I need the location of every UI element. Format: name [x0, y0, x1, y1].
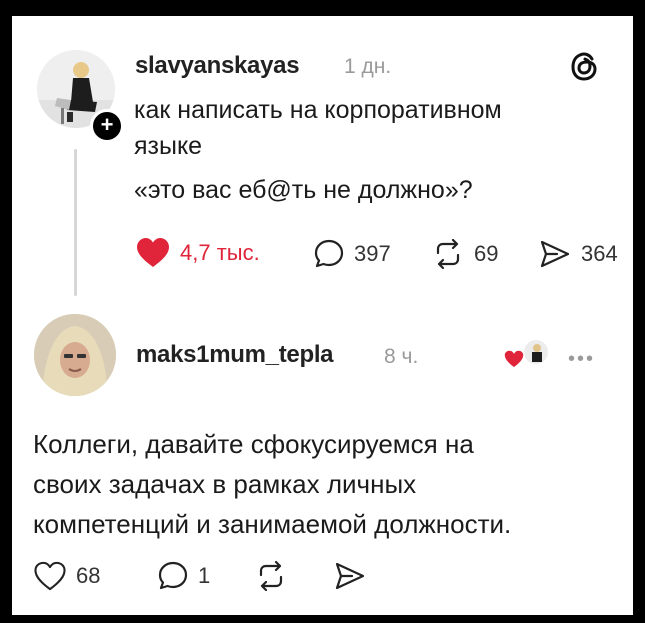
reply-comment-count: 1	[198, 563, 211, 588]
reply-time: 8 ч.	[384, 345, 419, 368]
thread-line	[74, 149, 77, 296]
reply-comment-button[interactable]: 1	[158, 561, 210, 591]
heart-filled-icon	[137, 238, 169, 267]
author-like-avatar-icon	[503, 340, 548, 369]
follow-plus-icon[interactable]: +	[90, 109, 124, 143]
like-button[interactable]: 4,7 тыс.	[136, 237, 260, 269]
author-liked-indicator	[503, 338, 550, 377]
reply-repost-button[interactable]	[255, 561, 287, 591]
reply-like-button[interactable]: 68	[34, 561, 100, 591]
post-line: как написать на корпоративном	[134, 96, 502, 124]
post-username[interactable]: slavyanskayas	[135, 52, 300, 80]
reply-line: Коллеги, давайте сфокусируемся на	[33, 429, 474, 459]
reply-like-count: 68	[76, 563, 101, 588]
comment-count: 397	[354, 241, 391, 266]
comment-icon	[314, 239, 344, 268]
reply-avatar[interactable]	[34, 314, 116, 396]
post-time: 1 дн.	[344, 55, 392, 78]
share-count: 364	[581, 241, 618, 266]
reply-line: своих задачах в рамках личных	[33, 469, 417, 499]
repost-count: 69	[474, 241, 499, 266]
screenshot-card: + slavyanskayas 1 дн. как написать на ко…	[12, 16, 633, 615]
repost-icon	[259, 561, 283, 591]
reply-line: компетенций и занимаемой должности.	[33, 509, 512, 539]
like-count: 4,7 тыс.	[180, 240, 260, 265]
repost-icon	[436, 239, 460, 269]
comment-button[interactable]: 397	[314, 239, 391, 269]
share-button[interactable]: 364	[539, 239, 618, 269]
post-line: языке	[134, 132, 203, 160]
send-icon	[540, 240, 570, 268]
comment-icon	[158, 561, 188, 590]
heart-outline-icon	[34, 561, 66, 591]
reply-share-button[interactable]	[334, 561, 366, 591]
repost-button[interactable]: 69	[432, 239, 498, 269]
threads-logo-icon	[571, 52, 597, 81]
post-text: как написать на корпоративном языке «это…	[134, 92, 502, 208]
reply-text: Коллеги, давайте сфокусируемся на своих …	[33, 424, 511, 544]
more-options-icon[interactable]: •••	[568, 348, 595, 371]
reply-username[interactable]: maks1mum_tepla	[136, 341, 334, 369]
post-line: «это вас еб@ть не должно»?	[134, 176, 473, 204]
send-icon	[335, 562, 365, 590]
